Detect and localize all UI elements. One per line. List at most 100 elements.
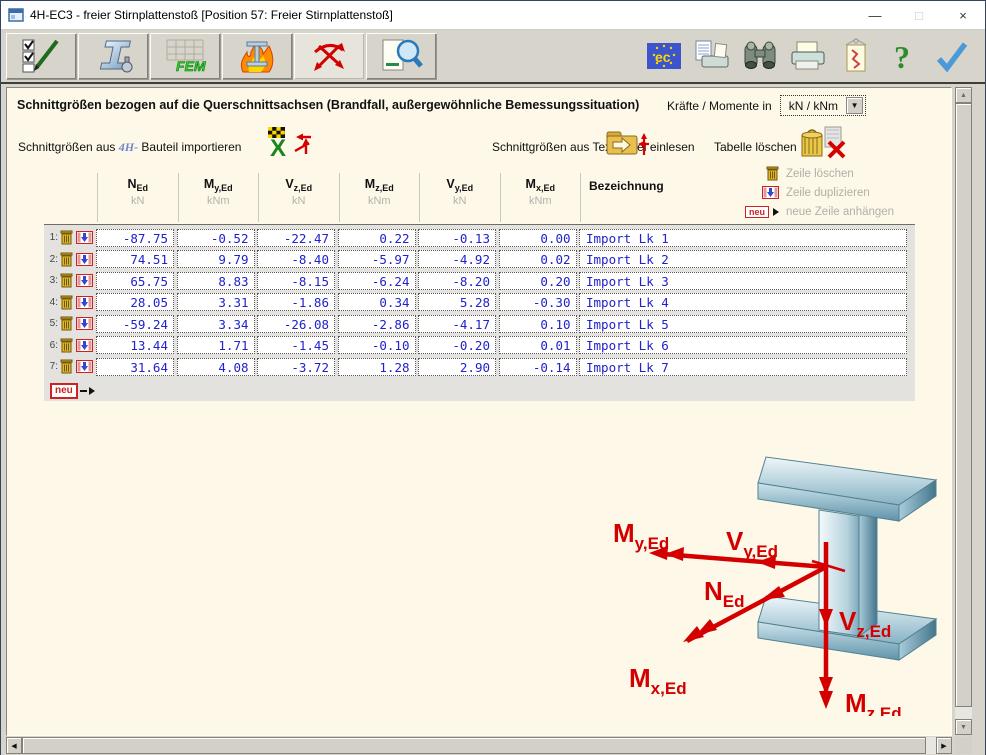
print-button[interactable]	[786, 34, 830, 78]
close-button[interactable]: ×	[941, 2, 985, 29]
value-cell[interactable]: -5.97	[338, 250, 416, 268]
fem-button[interactable]: FEM	[150, 33, 220, 79]
duplicate-row-button[interactable]	[76, 296, 93, 309]
value-cell[interactable]: -8.40	[257, 250, 335, 268]
value-cell[interactable]: 8.83	[177, 272, 255, 290]
value-cell[interactable]: 65.75	[96, 272, 174, 290]
minimize-button[interactable]: —	[853, 2, 897, 29]
scroll-right-button[interactable]: ▶	[936, 737, 952, 754]
units-dropdown[interactable]: kN / kNm ▼	[780, 95, 866, 116]
value-cell[interactable]: -26.08	[257, 315, 335, 333]
value-cell[interactable]: -8.15	[257, 272, 335, 290]
svg-text:ec: ec	[655, 49, 671, 65]
checklist-button[interactable]	[6, 33, 76, 79]
fire-design-button[interactable]	[222, 33, 292, 79]
delete-row-button[interactable]	[60, 252, 73, 267]
eurocode-button[interactable]: ec	[642, 34, 686, 78]
chevron-down-icon[interactable]: ▼	[846, 97, 863, 114]
row-number: 6:	[46, 340, 58, 351]
value-cell[interactable]: -1.45	[257, 336, 335, 354]
clear-table-button[interactable]	[799, 126, 847, 165]
duplicate-row-button[interactable]	[76, 339, 93, 352]
value-cell[interactable]: 5.28	[418, 293, 496, 311]
value-cell[interactable]: 2.90	[418, 358, 496, 376]
value-cell[interactable]: -0.13	[418, 229, 496, 247]
duplicate-row-button[interactable]	[76, 274, 93, 287]
value-cell[interactable]: 1.71	[177, 336, 255, 354]
value-cell[interactable]: -87.75	[96, 229, 174, 247]
duplicate-row-button[interactable]	[76, 317, 93, 330]
value-cell[interactable]: -0.14	[499, 358, 577, 376]
duplicate-row-button[interactable]	[76, 231, 93, 244]
protocol-button[interactable]	[834, 34, 878, 78]
confirm-button[interactable]	[930, 34, 974, 78]
value-cell[interactable]: 74.51	[96, 250, 174, 268]
delete-row-button[interactable]	[60, 230, 73, 245]
help-button[interactable]: ?	[882, 34, 926, 78]
value-cell[interactable]: -8.20	[418, 272, 496, 290]
scroll-left-button[interactable]: ◀	[6, 737, 22, 754]
value-cell[interactable]: -0.10	[338, 336, 416, 354]
horizontal-scrollbar[interactable]: ◀ ▶	[6, 737, 952, 754]
value-cell[interactable]: -4.17	[418, 315, 496, 333]
delete-row-button[interactable]	[60, 359, 73, 374]
maximize-button[interactable]: □	[897, 2, 941, 29]
name-cell[interactable]: Import Lk 3	[579, 272, 907, 290]
row-number: 5:	[46, 318, 58, 329]
value-cell[interactable]: -3.72	[257, 358, 335, 376]
value-cell[interactable]: -6.24	[338, 272, 416, 290]
preview-button[interactable]	[366, 33, 436, 79]
scroll-up-button[interactable]: ▲	[955, 87, 972, 103]
profile-button[interactable]	[78, 33, 148, 79]
value-cell[interactable]: -0.30	[499, 293, 577, 311]
delete-row-button[interactable]	[60, 316, 73, 331]
duplicate-row-button[interactable]	[76, 360, 93, 373]
value-cell[interactable]: 0.00	[499, 229, 577, 247]
name-cell[interactable]: Import Lk 4	[579, 293, 907, 311]
value-cell[interactable]: 4.08	[177, 358, 255, 376]
read-textfile-button[interactable]	[605, 128, 651, 163]
value-cell[interactable]: 1.28	[338, 358, 416, 376]
name-cell[interactable]: Import Lk 5	[579, 315, 907, 333]
print-settings-button[interactable]	[690, 34, 734, 78]
scroll-down-button[interactable]: ▼	[955, 719, 972, 735]
delete-row-button[interactable]	[60, 295, 73, 310]
name-cell[interactable]: Import Lk 6	[579, 336, 907, 354]
value-cell[interactable]: 9.79	[177, 250, 255, 268]
name-cell[interactable]: Import Lk 7	[579, 358, 907, 376]
delete-row-button[interactable]	[60, 338, 73, 353]
append-row-button[interactable]: neu	[50, 383, 915, 399]
import-bauteil-button[interactable]: X	[265, 126, 313, 163]
value-cell[interactable]: -1.86	[257, 293, 335, 311]
value-cell[interactable]: 0.02	[499, 250, 577, 268]
value-cell[interactable]: -2.86	[338, 315, 416, 333]
duplicate-row-button[interactable]	[76, 253, 93, 266]
value-cell[interactable]: 0.22	[338, 229, 416, 247]
name-cell[interactable]: Import Lk 2	[579, 250, 907, 268]
value-cell[interactable]: -22.47	[257, 229, 335, 247]
delete-row-button[interactable]	[60, 273, 73, 288]
value-cell[interactable]: 3.31	[177, 293, 255, 311]
value-cell[interactable]: 0.10	[499, 315, 577, 333]
vertical-scrollbar[interactable]: ▲ ▼	[955, 87, 972, 735]
value-cell[interactable]: 3.34	[177, 315, 255, 333]
vertical-scroll-thumb[interactable]	[955, 103, 972, 707]
name-cell[interactable]: Import Lk 1	[579, 229, 907, 247]
value-cell[interactable]: -59.24	[96, 315, 174, 333]
value-cell[interactable]: -4.92	[418, 250, 496, 268]
search-button[interactable]	[738, 34, 782, 78]
value-cell[interactable]: 13.44	[96, 336, 174, 354]
value-cell[interactable]: 28.05	[96, 293, 174, 311]
value-cell[interactable]: 0.01	[499, 336, 577, 354]
value-cell[interactable]: 31.64	[96, 358, 174, 376]
toolbar-right: ec	[642, 34, 980, 78]
horizontal-scroll-thumb[interactable]	[22, 737, 926, 754]
internal-forces-button[interactable]	[294, 33, 364, 79]
value-cell[interactable]: -0.20	[418, 336, 496, 354]
steel-profile-icon	[91, 38, 135, 74]
forces-table: 1: -87.75 -0.52 -22.47 0.22 -0.13 0.00 I…	[44, 224, 915, 401]
value-cell[interactable]: -0.52	[177, 229, 255, 247]
table-row: 3: 65.75 8.83 -8.15 -6.24 -8.20 0.20 Imp…	[44, 270, 915, 292]
value-cell[interactable]: 0.20	[499, 272, 577, 290]
value-cell[interactable]: 0.34	[338, 293, 416, 311]
